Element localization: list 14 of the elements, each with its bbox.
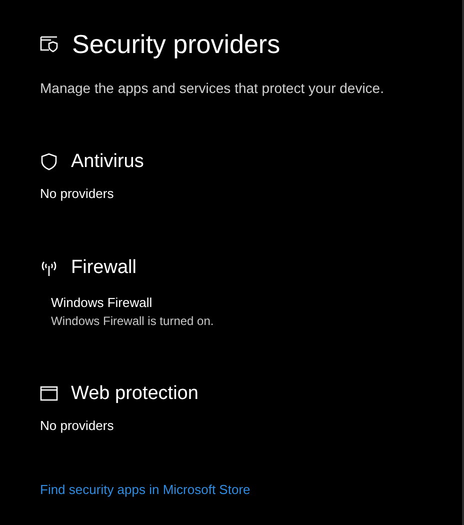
section-title: Firewall xyxy=(71,256,136,280)
shield-icon xyxy=(40,153,58,171)
provider-name: Windows Firewall xyxy=(51,294,154,312)
page-title: Security providers xyxy=(72,28,280,60)
status-text: No providers xyxy=(40,185,115,203)
shield-window-icon xyxy=(40,35,60,53)
section-title: Antivirus xyxy=(71,150,144,174)
store-link[interactable]: Find security apps in Microsoft Store xyxy=(40,480,250,499)
provider-status: Windows Firewall is turned on. xyxy=(51,312,215,330)
section-title: Web protection xyxy=(71,382,198,406)
status-text: No providers xyxy=(40,416,115,435)
browser-window-icon xyxy=(40,384,58,402)
antenna-icon xyxy=(40,258,58,276)
page-description: Manage the apps and services that protect your device. xyxy=(40,79,385,98)
